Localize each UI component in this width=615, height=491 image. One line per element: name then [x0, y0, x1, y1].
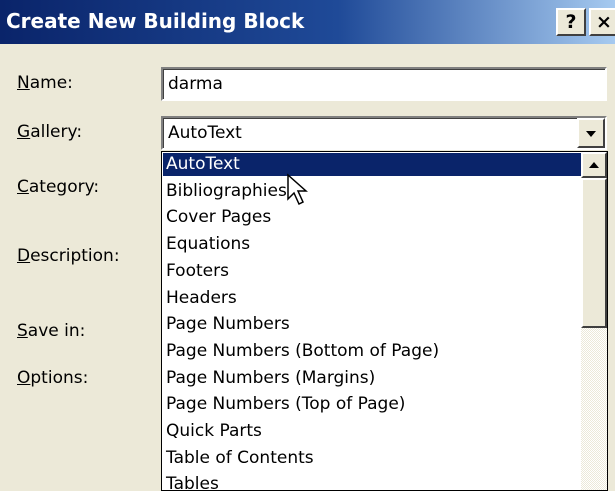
gallery-dropdown-list[interactable]: AutoText Bibliographies Cover Pages Equatio…: [161, 151, 608, 491]
name-label: Name:: [17, 73, 73, 93]
dropdown-option[interactable]: Page Numbers (Top of Page): [163, 393, 586, 416]
name-value: darma: [168, 74, 223, 94]
dropdown-option[interactable]: Equations: [163, 233, 586, 256]
dropdown-option[interactable]: Page Numbers (Bottom of Page): [163, 340, 586, 363]
dropdown-option[interactable]: Footers: [163, 260, 586, 283]
save-in-label: Save in:: [17, 321, 86, 341]
dropdown-option[interactable]: AutoText: [163, 153, 586, 176]
chevron-down-icon: [586, 131, 596, 137]
mouse-cursor-icon: [287, 173, 308, 206]
options-label: Options:: [17, 368, 89, 388]
close-button[interactable]: ×: [589, 8, 615, 36]
help-button[interactable]: ?: [556, 8, 586, 36]
scroll-thumb[interactable]: [581, 178, 607, 328]
dropdown-option[interactable]: Page Numbers: [163, 313, 586, 336]
gallery-label: Gallery:: [17, 122, 83, 142]
dropdown-scrollbar[interactable]: [581, 152, 607, 490]
chevron-up-icon: [589, 162, 599, 168]
category-label: Category:: [17, 177, 100, 197]
dropdown-option[interactable]: Tables: [163, 473, 586, 490]
name-field[interactable]: darma: [161, 67, 607, 101]
scroll-up-button[interactable]: [581, 152, 607, 178]
gallery-select[interactable]: AutoText: [161, 116, 607, 150]
gallery-value: AutoText: [168, 123, 242, 143]
description-label: Description:: [17, 246, 120, 266]
dialog-title: Create New Building Block: [6, 9, 305, 33]
dropdown-option[interactable]: Quick Parts: [163, 420, 586, 443]
dropdown-option[interactable]: Page Numbers (Margins): [163, 367, 586, 390]
dropdown-option[interactable]: Bibliographies: [163, 180, 586, 203]
dropdown-option[interactable]: Table of Contents: [163, 447, 586, 470]
dropdown-option[interactable]: Headers: [163, 287, 586, 310]
title-bar[interactable]: Create New Building Block ? ×: [0, 0, 615, 44]
gallery-dropdown-button[interactable]: [577, 118, 605, 148]
dropdown-option[interactable]: Cover Pages: [163, 206, 586, 229]
